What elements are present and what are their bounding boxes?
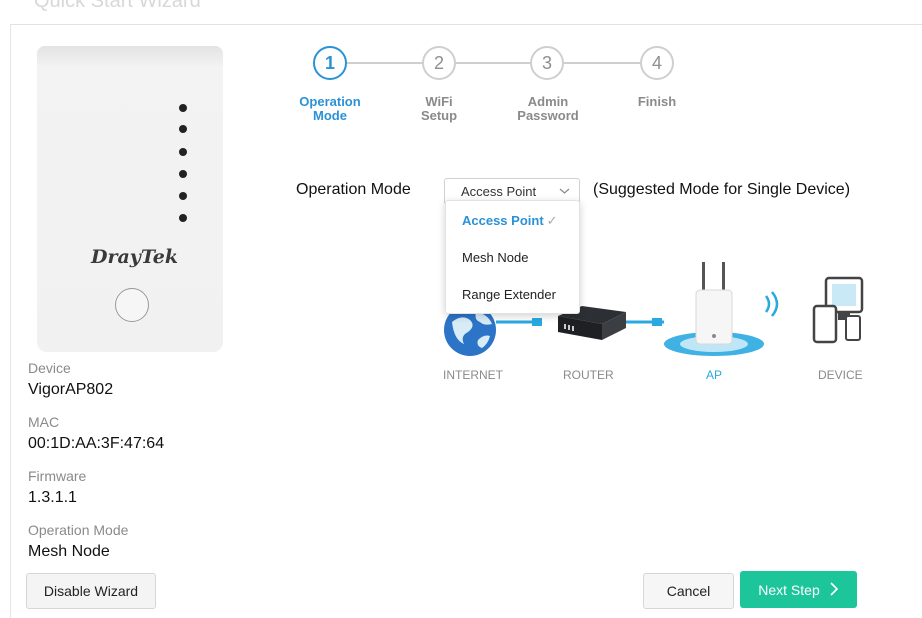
step-4-label: Finish: [637, 94, 677, 109]
cable-icon: [496, 318, 542, 326]
dropdown-option-access-point[interactable]: Access Point ✓: [462, 213, 558, 229]
chevron-right-icon: [830, 581, 839, 599]
device-value: VigorAP802: [28, 381, 114, 398]
access-point-icon: [664, 262, 764, 356]
step-3-circle: 3: [530, 46, 564, 80]
suggestion-text: (Suggested Mode for Single Device): [593, 181, 851, 198]
firmware-value: 1.3.1.1: [28, 489, 77, 506]
mac-value: 00:1D:AA:3F:47:64: [28, 435, 165, 452]
operation-mode-field-label: Operation Mode: [296, 181, 411, 198]
step-connector: [564, 62, 641, 64]
firmware-label: Firmware: [28, 468, 87, 484]
led-indicator: [179, 214, 187, 222]
operation-mode-dropdown: Access Point ✓ Mesh Node Range Extender: [445, 200, 580, 314]
mac-label: MAC: [28, 414, 60, 430]
ap-label: AP: [706, 368, 723, 382]
step-4-circle: 4: [640, 46, 674, 80]
device-image: DrayTek: [37, 46, 223, 352]
disable-wizard-button[interactable]: Disable Wizard: [26, 573, 156, 609]
step-3-label: Admin Password: [517, 94, 579, 123]
led-indicator: [179, 125, 187, 133]
device-top: [37, 46, 223, 66]
cable-icon: [626, 318, 664, 326]
next-step-button[interactable]: Next Step: [740, 571, 857, 608]
step-connector: [456, 62, 531, 64]
step-1-circle: 1: [313, 46, 347, 80]
step-2-circle: 2: [422, 46, 456, 80]
header-bar: Quick Start Wizard: [10, 0, 922, 25]
internet-label: INTERNET: [443, 368, 503, 382]
chevron-down-icon: [559, 185, 570, 199]
brand-logo: DrayTek: [91, 246, 179, 268]
router-label: ROUTER: [563, 368, 614, 382]
wifi-signal-icon: [764, 291, 779, 317]
check-icon: ✓: [546, 213, 558, 228]
led-indicator: [179, 148, 187, 156]
step-connector: [347, 62, 423, 64]
next-step-label: Next Step: [758, 581, 820, 598]
operation-mode-label: Operation Mode: [28, 522, 129, 538]
dropdown-option-range-extender[interactable]: Range Extender: [462, 287, 556, 302]
led-indicator: [179, 104, 187, 112]
led-indicator: [179, 192, 187, 200]
device-button-icon: [115, 288, 149, 322]
page-title: Quick Start Wizard: [34, 0, 201, 12]
device-diagram-label: DEVICE: [818, 368, 863, 382]
left-border: [10, 24, 11, 618]
step-2-label: WiFi Setup: [420, 94, 458, 123]
led-indicator: [179, 170, 187, 178]
cancel-button[interactable]: Cancel: [643, 573, 734, 609]
device-label: Device: [28, 360, 71, 376]
step-1-label: Operation Mode: [299, 94, 361, 123]
dropdown-option-mesh-node[interactable]: Mesh Node: [462, 250, 528, 265]
computer-device-icon: [812, 276, 864, 344]
select-value: Access Point: [461, 184, 537, 199]
operation-mode-value: Mesh Node: [28, 543, 110, 560]
